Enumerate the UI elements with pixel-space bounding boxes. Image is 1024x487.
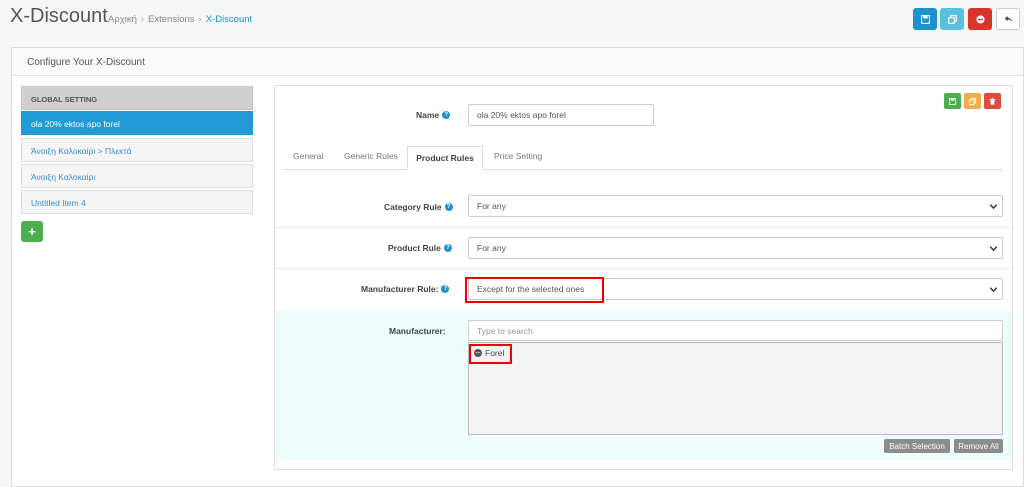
sidebar-item-ola-20[interactable]: ola 20% ektos apo forel [21,111,253,135]
breadcrumb: Αρχική › Extensions › X-Discount [108,14,252,25]
delete-button[interactable] [968,8,992,30]
sidebar-item-untitled-4[interactable]: Untitled Item 4 [21,190,253,214]
page-title: X-Discount [10,5,108,27]
sidebar-item-anoixi-kalokairi[interactable]: Άνοιξη Καλοκαίρι [21,164,253,188]
panel-heading: Configure Your X-Discount [12,48,1023,76]
sidebar-item-anoixi-kalokairi-plekta[interactable]: Άνοιξη Καλοκαίρι > Πλεκτά [21,138,253,162]
manufacturer-rule-label: Manufacturer Rule:? [361,284,450,294]
name-label: Name? [416,110,451,120]
chevron-down-icon [989,204,998,210]
page-header: X-Discount Αρχική › Extensions › X-Discount [0,0,1024,40]
copy-button[interactable] [940,8,964,30]
copy-icon [947,14,957,24]
category-rule-label-text: Category Rule [384,202,442,212]
row-divider [275,268,1012,269]
highlight-box [465,277,604,303]
name-label-text: Name [416,110,440,120]
breadcrumb-extensions[interactable]: Extensions [148,14,194,25]
manufacturer-search-input[interactable]: Type to search [468,320,1003,341]
tab-price-setting[interactable]: Price Setting [494,151,542,161]
item-copy-button[interactable] [964,93,981,109]
trash-icon [989,97,996,105]
selected-manufacturers-list [468,342,1003,435]
save-icon [949,97,956,105]
tab-general[interactable]: General [293,151,323,161]
category-rule-label: Category Rule? [384,202,453,212]
tab-product-rules[interactable]: Product Rules [407,146,483,170]
item-save-button[interactable] [944,93,961,109]
manufacturer-label: Manufacturer: [389,326,446,336]
add-item-button[interactable]: + [21,221,43,242]
product-rule-label-text: Product Rule [388,243,441,253]
remove-all-button[interactable]: Remove All [954,439,1003,453]
panel-title: Configure Your X-Discount [27,57,145,68]
sidebar-global-setting[interactable]: GLOBAL SETTING [21,86,253,110]
help-icon[interactable]: ? [441,285,450,293]
plus-icon: + [28,224,36,239]
highlight-box [469,344,512,364]
breadcrumb-current[interactable]: X-Discount [206,14,252,25]
save-icon [920,14,930,24]
item-delete-button[interactable] [984,93,1001,109]
help-icon[interactable]: ? [442,111,451,119]
breadcrumb-home[interactable]: Αρχική [108,14,137,25]
reply-icon [1004,15,1012,23]
batch-selection-button[interactable]: Batch Selection [884,439,950,453]
chevron-down-icon [989,287,998,293]
help-icon[interactable]: ? [444,203,453,211]
product-rule-label: Product Rule? [388,243,452,253]
copy-icon [969,97,976,105]
tab-generic-rules[interactable]: Generic Rules [344,151,398,161]
category-rule-select[interactable]: For any [468,195,1003,217]
category-rule-value: For any [477,201,506,211]
tabs-divider [284,169,1003,170]
name-input[interactable]: ola 20% ektos apo forel [468,104,654,126]
manufacturer-rule-label-text: Manufacturer Rule: [361,284,439,294]
back-button[interactable] [996,8,1020,30]
row-divider [275,227,1012,228]
product-rule-select[interactable]: For any [468,237,1003,259]
breadcrumb-separator: › [198,14,202,25]
minus-circle-icon [975,14,985,24]
breadcrumb-separator: › [140,14,145,25]
save-button[interactable] [913,8,937,30]
help-icon[interactable]: ? [443,244,452,252]
chevron-down-icon [989,246,998,252]
product-rule-value: For any [477,243,506,253]
